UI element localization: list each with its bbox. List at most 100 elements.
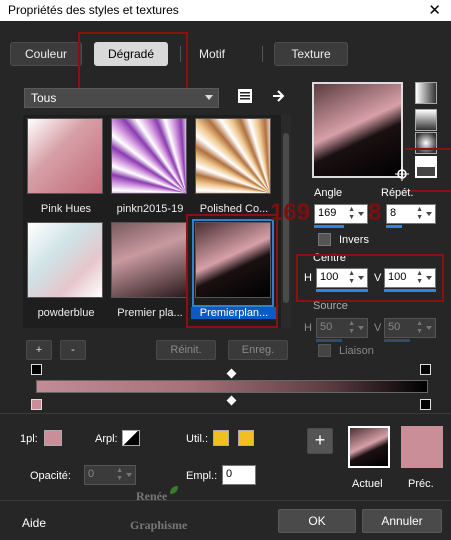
gradient-thumb[interactable]: Premier pla... (111, 222, 187, 319)
gradient-name: Pink Hues (40, 203, 92, 215)
category-select-value: Tous (31, 91, 57, 105)
annotation-repeat: 8 (368, 199, 382, 226)
source-h-input: 50 ▲ ▼ (316, 318, 368, 338)
repeat-label: Répét. (381, 187, 414, 199)
repeat-slider[interactable] (386, 225, 402, 228)
divider (0, 413, 451, 414)
gradient-preview (111, 118, 187, 194)
angle-value: 169 (318, 207, 337, 219)
annotation-box-centre (296, 254, 444, 302)
category-select[interactable]: Tous (24, 88, 219, 108)
tab-texture[interactable]: Texture (274, 42, 348, 66)
rectangular-style-icon[interactable] (415, 109, 437, 131)
color-stop-top-right[interactable] (420, 364, 431, 375)
repeat-value: 8 (390, 207, 397, 219)
annotation-box-selection (186, 214, 278, 328)
opacity-input: 0 ▲ ▼ (84, 465, 136, 485)
source-h-slider (316, 339, 342, 342)
source-h-value: 50 (320, 321, 333, 333)
gradient-preview (27, 118, 103, 194)
empl-value: 0 (226, 468, 233, 480)
spin-arrows-icon[interactable]: ▲ ▼ (348, 206, 355, 222)
link-checkbox (318, 344, 331, 357)
first-plan-swatch[interactable] (44, 430, 62, 446)
source-v-label: V (374, 322, 382, 334)
opacity-label: Opacité: (30, 470, 71, 482)
current-label: Actuel (352, 478, 383, 490)
window-title: Propriétés des styles et textures (8, 3, 179, 17)
color-stop-top-left[interactable] (31, 364, 42, 375)
watermark-line2: Graphisme (130, 518, 188, 532)
chevron-down-icon (205, 95, 213, 100)
source-v-value: 50 (388, 321, 401, 333)
color-stop-bottom-left[interactable] (31, 399, 42, 410)
angle-slider[interactable] (314, 225, 344, 228)
current-swatch[interactable] (348, 426, 390, 468)
annotation-box-style (405, 148, 451, 192)
help-link[interactable]: Aide (22, 516, 46, 530)
spin-arrows-icon[interactable]: ▲ ▼ (416, 206, 423, 222)
empl-label: Empl.: (186, 470, 218, 482)
link-label: Liaison (339, 345, 374, 357)
ok-button[interactable]: OK (278, 509, 356, 533)
chevron-down-icon[interactable] (358, 212, 364, 216)
angle-input[interactable]: 169 ▲ ▼ (314, 204, 368, 224)
watermark-line1: Renée (136, 489, 168, 503)
source-v-slider (384, 339, 410, 342)
spin-arrows-icon: ▲ ▼ (416, 320, 423, 335)
gradient-name: powderblue (37, 307, 95, 319)
gradient-list-icon[interactable] (237, 88, 253, 104)
linear-style-icon[interactable] (415, 82, 437, 104)
source-h-label: H (304, 322, 312, 334)
gradient-preview-main[interactable] (312, 82, 403, 178)
invert-label: Invers (339, 234, 369, 246)
gradient-thumb[interactable]: pinkn2015-19 (111, 118, 187, 215)
tab-separator (262, 46, 263, 62)
util-color-1[interactable] (213, 430, 229, 446)
reset-button[interactable]: Réinit. (156, 340, 216, 360)
gradient-preview (195, 118, 271, 194)
gradient-name: pinkn2015-19 (116, 203, 184, 215)
arrow-right-icon[interactable] (271, 89, 287, 103)
chevron-down-icon (358, 326, 364, 330)
divider (0, 500, 451, 501)
gradient-preview (27, 222, 103, 298)
gradient-name: Premier pla... (117, 307, 183, 319)
annotation-box-tab (78, 32, 188, 90)
color-stop-bottom-right[interactable] (420, 399, 431, 410)
arpl-label: Arpl: (95, 433, 118, 445)
tab-couleur[interactable]: Couleur (10, 42, 82, 66)
cancel-button[interactable]: Annuler (362, 509, 442, 533)
util-label: Util.: (186, 433, 208, 445)
leaf-icon (170, 486, 178, 494)
remove-button[interactable]: - (60, 340, 86, 360)
previous-label: Préc. (408, 478, 434, 490)
background-swatch[interactable] (122, 430, 140, 446)
spin-arrows-icon: ▲ ▼ (348, 320, 355, 335)
gradient-thumb[interactable]: Pink Hues (27, 118, 103, 215)
chevron-down-icon (126, 473, 132, 477)
chevron-down-icon[interactable] (426, 212, 432, 216)
previous-swatch[interactable] (401, 426, 443, 468)
gradient-bar[interactable] (36, 380, 428, 393)
source-label: Source (313, 300, 348, 312)
annotation-angle: 169 (270, 199, 311, 226)
invert-checkbox[interactable] (318, 233, 331, 246)
repeat-input[interactable]: 8 ▲ ▼ (386, 204, 436, 224)
save-button[interactable]: Enreg. (228, 340, 288, 360)
source-v-input: 50 ▲ ▼ (384, 318, 436, 338)
spin-arrows-icon: ▲ ▼ (116, 467, 123, 482)
angle-label: Angle (314, 187, 343, 199)
chevron-down-icon (426, 326, 432, 330)
first-plan-label: 1pl: (20, 433, 38, 445)
gradient-thumb[interactable]: powderblue (27, 222, 103, 319)
close-icon[interactable]: ✕ (428, 1, 441, 19)
gradient-thumb[interactable]: Polished Co... (195, 118, 271, 215)
title-bar: Propriétés des styles et textures ✕ (0, 0, 451, 21)
opacity-value: 0 (88, 468, 95, 480)
empl-input[interactable]: 0 (222, 465, 256, 485)
add-swatch-button[interactable]: + (307, 428, 333, 454)
util-color-2[interactable] (238, 430, 254, 446)
add-button[interactable]: + (26, 340, 52, 360)
tab-motif[interactable]: Motif (186, 42, 238, 66)
